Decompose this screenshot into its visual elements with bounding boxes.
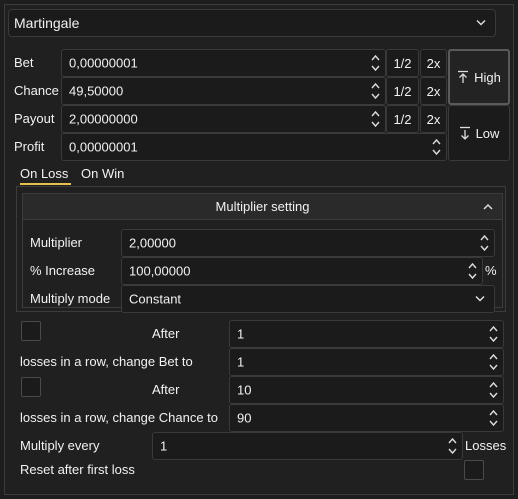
payout-half-button[interactable]: 1/2 (386, 105, 419, 133)
chance-spinner-icon[interactable] (370, 81, 381, 101)
rule1-bet-input[interactable]: 1 (229, 348, 504, 376)
increase-value: 100,00000 (129, 263, 191, 279)
multiply-every-spinner-icon[interactable] (447, 436, 458, 456)
rule1-after-value: 1 (237, 326, 245, 342)
profit-input[interactable]: 0,00000001 (61, 133, 447, 161)
profit-spinner-icon[interactable] (431, 137, 442, 157)
profit-value: 0,00000001 (69, 139, 138, 155)
strategy-dropdown-value: Martingale (14, 15, 80, 31)
profit-label: Profit (14, 139, 45, 154)
rule2-text: losses in a row, change Chance to (20, 410, 219, 425)
low-button-label: Low (475, 125, 500, 141)
bet-label: Bet (14, 55, 34, 70)
payout-spinner-icon[interactable] (370, 109, 381, 129)
reset-checkbox[interactable] (464, 460, 484, 480)
strategy-panel: Martingale Bet 0,00000001 1/2 2x Chance … (4, 4, 514, 495)
rule1-checkbox[interactable] (21, 321, 41, 341)
multiplier-spinner-icon[interactable] (479, 233, 490, 253)
increase-input[interactable]: 100,00000 (121, 257, 483, 285)
rule1-after-input[interactable]: 1 (229, 320, 504, 348)
multiply-mode-label: Multiply mode (30, 291, 111, 306)
increase-unit: % (485, 263, 497, 278)
multiplier-input[interactable]: 2,00000 (121, 229, 495, 257)
multiply-mode-value: Constant (129, 291, 182, 307)
rule2-after-input[interactable]: 10 (229, 376, 504, 404)
multiply-every-input[interactable]: 1 (152, 432, 463, 460)
payout-value: 2,00000000 (69, 111, 138, 127)
rule2-after-value: 10 (237, 382, 252, 398)
increase-label: % Increase (30, 263, 96, 278)
chevron-up-icon[interactable] (483, 203, 493, 210)
rule2-chance-input[interactable]: 90 (229, 404, 504, 432)
multiplier-group: Multiplier setting Multiplier 2,00000 % … (22, 193, 503, 313)
multiply-every-unit: Losses (465, 438, 507, 453)
payout-label: Payout (14, 111, 55, 126)
arrow-up-bar-icon (458, 70, 469, 83)
chevron-down-icon (475, 296, 485, 303)
rule2-chance-spinner-icon[interactable] (488, 408, 499, 428)
rule1-bet-spinner-icon[interactable] (488, 352, 499, 372)
arrow-down-bar-icon (459, 126, 470, 140)
tab-on-loss-indicator (20, 183, 71, 185)
chance-label: Chance (14, 83, 59, 98)
chevron-down-icon (476, 20, 486, 27)
multiply-mode-dropdown[interactable]: Constant (121, 285, 495, 313)
bet-value: 0,00000001 (69, 55, 138, 71)
rule1-text: losses in a row, change Bet to (20, 354, 193, 369)
tab-on-win[interactable]: On Win (81, 166, 124, 181)
rule1-bet-value: 1 (237, 354, 245, 370)
reset-label: Reset after first loss (20, 462, 135, 477)
chance-input[interactable]: 49,50000 (61, 77, 386, 105)
multiplier-group-title: Multiplier setting (215, 199, 310, 214)
rule1-after-label: After (152, 326, 180, 341)
payout-double-button[interactable]: 2x (420, 105, 447, 133)
chance-half-button[interactable]: 1/2 (386, 77, 419, 105)
payout-input[interactable]: 2,00000000 (61, 105, 386, 133)
bet-input[interactable]: 0,00000001 (61, 49, 386, 77)
multiplier-group-header[interactable]: Multiplier setting (23, 194, 502, 220)
bet-spinner-icon[interactable] (370, 53, 381, 73)
multiplier-label: Multiplier (30, 235, 83, 250)
rule2-after-label: After (152, 382, 180, 397)
chance-double-button[interactable]: 2x (420, 77, 447, 105)
chance-value: 49,50000 (69, 83, 124, 99)
bet-half-button[interactable]: 1/2 (386, 49, 419, 77)
high-button-label: High (474, 69, 501, 85)
multiply-every-value: 1 (160, 438, 168, 454)
bet-double-button[interactable]: 2x (420, 49, 447, 77)
multiplier-value: 2,00000 (129, 235, 176, 251)
rule2-checkbox[interactable] (21, 377, 41, 397)
increase-spinner-icon[interactable] (467, 261, 478, 281)
low-button[interactable]: Low (448, 105, 510, 161)
multiply-every-label: Multiply every (20, 438, 100, 453)
rule1-after-spinner-icon[interactable] (488, 324, 499, 344)
tab-on-loss[interactable]: On Loss (20, 166, 68, 181)
rule2-chance-value: 90 (237, 410, 252, 426)
rule2-after-spinner-icon[interactable] (488, 380, 499, 400)
strategy-dropdown[interactable]: Martingale (8, 9, 496, 37)
high-button[interactable]: High (448, 49, 510, 105)
